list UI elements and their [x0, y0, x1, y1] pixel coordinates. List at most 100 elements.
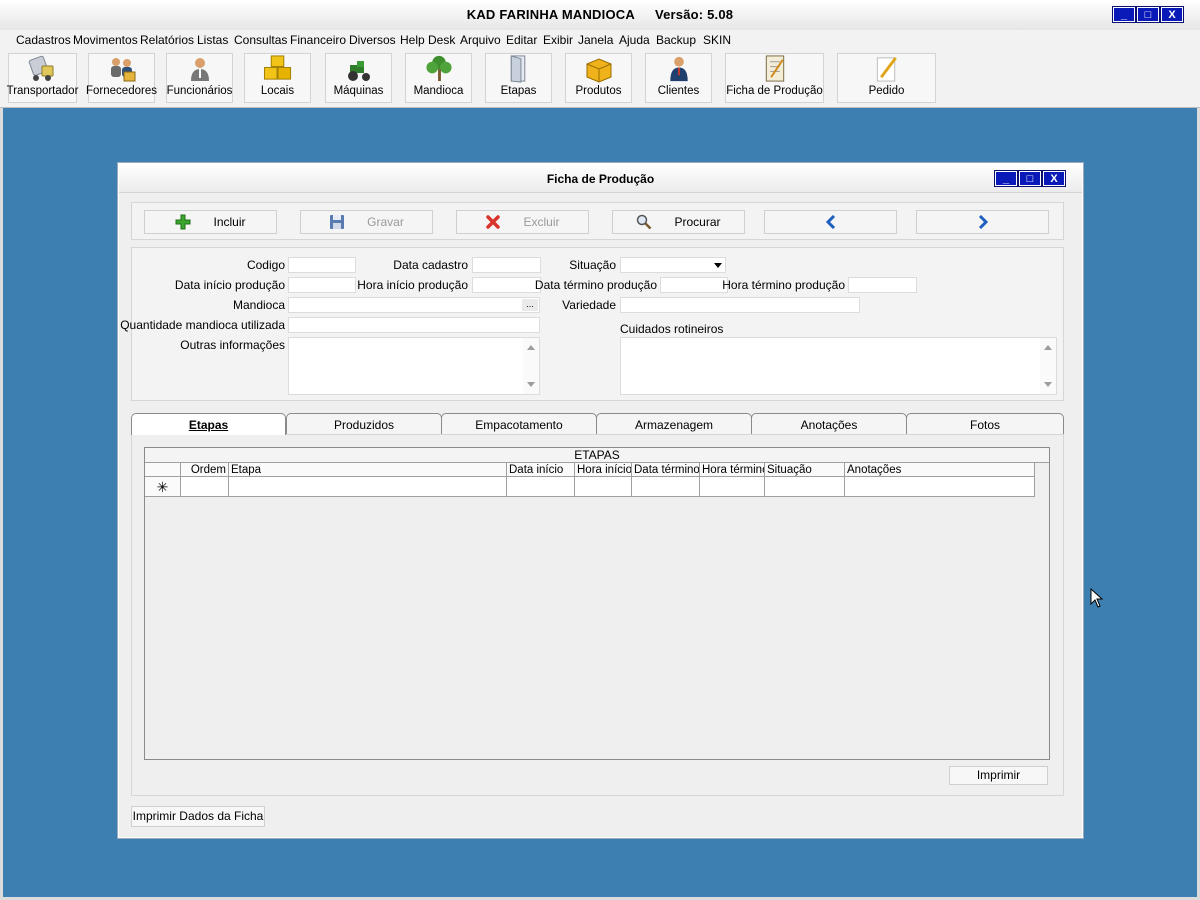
toolbar-transportador-button[interactable]: Transportador — [6, 53, 79, 103]
menu-financeiro[interactable]: Financeiro — [290, 33, 346, 47]
hora-inicio-field[interactable] — [472, 277, 541, 293]
cuidados-textarea[interactable] — [620, 337, 1057, 395]
toolbar-mandioca-button[interactable]: Mandioca — [405, 53, 472, 103]
tab-etapas[interactable]: Etapas — [131, 413, 286, 435]
tab-anotacoes[interactable]: Anotações — [751, 413, 907, 434]
menu-bar: Cadastros Movimentos Relatórios Listas C… — [0, 30, 1200, 50]
cuidados-scrollbar[interactable] — [1040, 338, 1056, 394]
client-icon — [669, 56, 688, 82]
grid-cell-hora-termino[interactable] — [700, 477, 765, 497]
column-header-hora-termino[interactable]: Hora término — [700, 463, 765, 477]
data-cadastro-field[interactable] — [472, 257, 541, 273]
outras-textarea[interactable] — [288, 337, 540, 395]
menu-help-desk[interactable]: Help Desk — [400, 33, 455, 47]
menu-diversos[interactable]: Diversos — [349, 33, 396, 47]
codigo-label: Codigo — [246, 258, 285, 272]
toolbar-funcionarios-button[interactable]: Funcionários — [166, 53, 233, 103]
situacao-select[interactable] — [620, 257, 726, 273]
outras-scrollbar[interactable] — [523, 338, 539, 394]
maximize-button[interactable]: □ — [1137, 7, 1159, 22]
grid-cell-hora-inicio[interactable] — [575, 477, 632, 497]
mandioca-field[interactable]: ... — [288, 297, 540, 313]
toolbar: Transportador Fornecedores Funcionários … — [0, 50, 1200, 108]
ficha-producao-titlebar: Ficha de Produção _ □ X — [119, 164, 1082, 193]
menu-listas[interactable]: Listas — [197, 33, 228, 47]
toolbar-fornecedores-button[interactable]: Fornecedores — [86, 53, 157, 103]
imprimir-dados-ficha-button[interactable]: Imprimir Dados da Ficha — [131, 806, 265, 827]
incluir-button[interactable]: Incluir — [144, 210, 277, 234]
toolbar-produtos-button[interactable]: Produtos — [565, 53, 632, 103]
action-bar: Incluir Gravar Excluir Procurar — [131, 202, 1064, 240]
toolbar-locais-button[interactable]: Locais — [244, 53, 311, 103]
data-inicio-label: Data início produção — [174, 278, 285, 292]
grid-cell-ordem[interactable] — [181, 477, 229, 497]
grid-cell-etapa[interactable] — [229, 477, 507, 497]
grid-cell-anotacoes[interactable] — [845, 477, 1035, 497]
menu-movimentos[interactable]: Movimentos — [73, 33, 138, 47]
menu-exibir[interactable]: Exibir — [543, 33, 573, 47]
gravar-button[interactable]: Gravar — [300, 210, 433, 234]
grid-cell-situacao[interactable] — [765, 477, 845, 497]
app-title: KAD FARINHA MANDIOCA — [466, 7, 635, 22]
tab-empacotamento[interactable]: Empacotamento — [441, 413, 597, 434]
close-button[interactable]: X — [1161, 7, 1183, 22]
codigo-field[interactable] — [288, 257, 356, 273]
child-maximize-button[interactable]: □ — [1019, 171, 1041, 186]
menu-skin[interactable]: SKIN — [703, 33, 731, 47]
column-header-hora-inicio[interactable]: Hora início — [575, 463, 632, 477]
etapas-grid[interactable]: ETAPAS Ordem Etapa Data início Hora iníc… — [144, 447, 1050, 760]
toolbar-ficha-producao-button[interactable]: Ficha de Produção — [725, 53, 824, 103]
toolbar-label: Transportador — [6, 85, 79, 97]
search-icon — [637, 214, 652, 230]
variedade-field[interactable] — [620, 297, 860, 313]
grid-cell-data-inicio[interactable] — [507, 477, 575, 497]
minimize-button[interactable]: _ — [1113, 7, 1135, 22]
excluir-button[interactable]: Excluir — [456, 210, 589, 234]
data-termino-field[interactable] — [660, 277, 728, 293]
child-close-button[interactable]: X — [1043, 171, 1065, 186]
box-icon — [586, 58, 611, 83]
column-header-anotacoes[interactable]: Anotações — [845, 463, 1035, 477]
hora-termino-field[interactable] — [848, 277, 917, 293]
column-header-etapa[interactable]: Etapa — [229, 463, 507, 477]
toolbar-label: Mandioca — [413, 85, 464, 97]
grid-cell-data-termino[interactable] — [632, 477, 700, 497]
plus-icon — [175, 214, 191, 230]
column-header-ordem[interactable]: Ordem — [181, 463, 229, 477]
data-inicio-field[interactable] — [288, 277, 356, 293]
imprimir-button[interactable]: Imprimir — [949, 766, 1048, 785]
tab-produzidos[interactable]: Produzidos — [286, 413, 442, 434]
procurar-button[interactable]: Procurar — [612, 210, 745, 234]
toolbar-maquinas-button[interactable]: Máquinas — [325, 53, 392, 103]
tab-armazenagem[interactable]: Armazenagem — [596, 413, 752, 434]
menu-backup[interactable]: Backup — [656, 33, 696, 47]
arrow-down-icon — [527, 382, 535, 387]
quantidade-field[interactable] — [288, 317, 540, 333]
menu-janela[interactable]: Janela — [578, 33, 613, 47]
toolbar-clientes-button[interactable]: Clientes — [645, 53, 712, 103]
menu-ajuda[interactable]: Ajuda — [619, 33, 650, 47]
tab-etapas-panel: ETAPAS Ordem Etapa Data início Hora iníc… — [131, 434, 1064, 796]
next-record-button[interactable] — [916, 210, 1049, 234]
column-header-data-termino[interactable]: Data término — [632, 463, 700, 477]
column-header-situacao[interactable]: Situação — [765, 463, 845, 477]
previous-record-button[interactable] — [764, 210, 897, 234]
mandioca-lookup-button[interactable]: ... — [522, 299, 538, 311]
menu-relatorios[interactable]: Relatórios — [140, 33, 194, 47]
tab-etapas-label: Etapas — [188, 418, 229, 432]
notebook-icon — [765, 55, 784, 82]
column-header-data-inicio[interactable]: Data início — [507, 463, 575, 477]
data-termino-label: Data término produção — [534, 278, 657, 292]
tab-fotos-label: Fotos — [969, 418, 1000, 432]
toolbar-etapas-button[interactable]: Etapas — [485, 53, 552, 103]
child-minimize-button[interactable]: _ — [995, 171, 1017, 186]
app-titlebar: KAD FARINHA MANDIOCA Versão: 5.08 _ □ X — [0, 0, 1200, 31]
menu-cadastros[interactable]: Cadastros — [16, 33, 71, 47]
menu-arquivo[interactable]: Arquivo — [460, 33, 501, 47]
menu-consultas[interactable]: Consultas — [234, 33, 287, 47]
toolbar-pedido-button[interactable]: Pedido — [837, 53, 936, 103]
menu-editar[interactable]: Editar — [506, 33, 537, 47]
tab-fotos[interactable]: Fotos — [906, 413, 1064, 434]
tab-anotacoes-label: Anotações — [800, 418, 858, 432]
gravar-label: Gravar — [367, 215, 404, 229]
